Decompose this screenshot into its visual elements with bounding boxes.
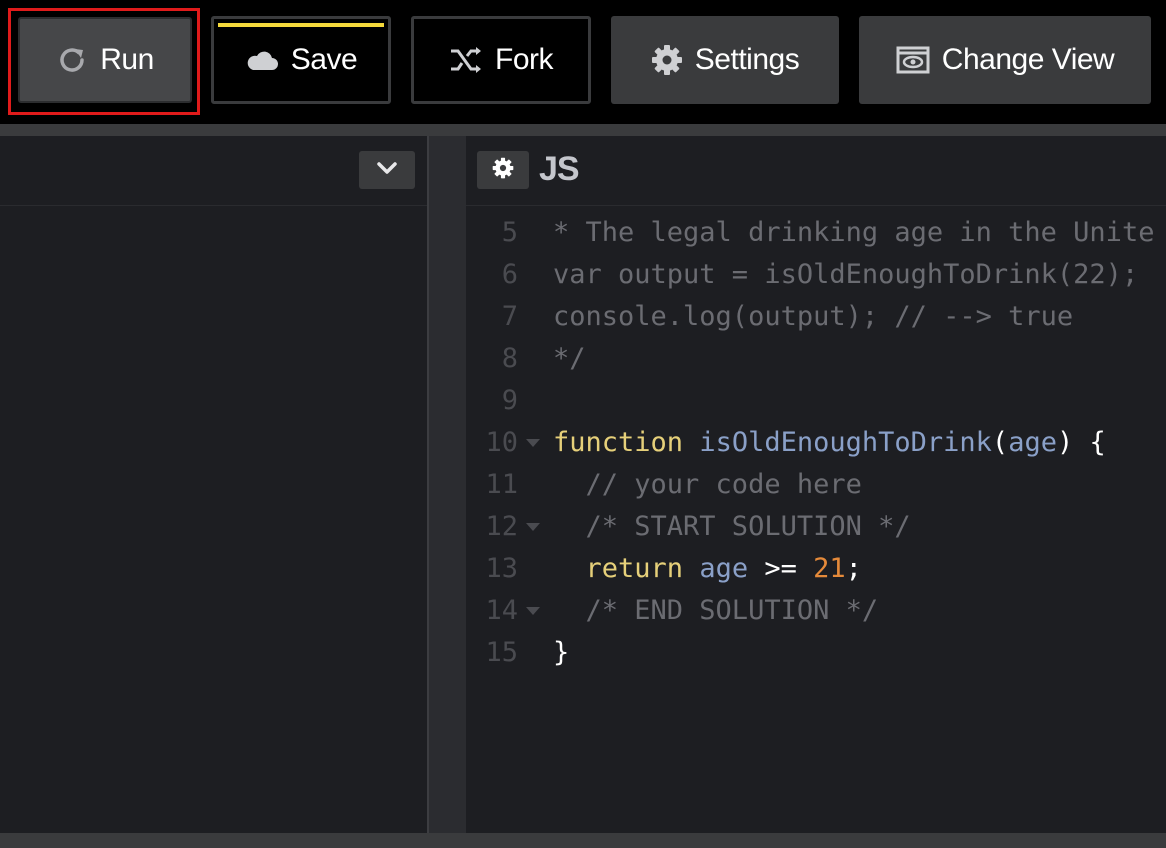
code-text: /* START SOLUTION */ <box>553 506 911 548</box>
code-token: function <box>553 427 684 458</box>
code-line[interactable]: 11 // your code here <box>466 464 1166 506</box>
gear-icon <box>492 157 514 184</box>
left-pane-header <box>0 136 427 206</box>
line-number: 8 <box>501 343 518 374</box>
code-line[interactable]: 15} <box>466 632 1166 674</box>
run-label: Run <box>100 43 154 76</box>
save-button[interactable]: Save <box>211 16 391 104</box>
change-view-label: Change View <box>941 43 1115 76</box>
settings-label: Settings <box>694 43 800 76</box>
code-text: */ <box>553 338 586 380</box>
left-pane <box>0 136 427 833</box>
code-text: var output = isOldEnoughToDrink(22); <box>553 254 1138 296</box>
line-number: 13 <box>485 553 518 584</box>
gear-icon <box>651 44 683 76</box>
code-text: function isOldEnoughToDrink(age) { <box>553 422 1106 464</box>
code-token: ( <box>991 427 1009 458</box>
code-text: console.log(output); // --> true <box>553 296 1073 338</box>
code-token: /* END SOLUTION */ <box>553 595 879 626</box>
code-text: return age >= 21; <box>553 548 862 590</box>
code-token: /* START SOLUTION */ <box>553 511 911 542</box>
code-token: 21 <box>813 553 846 584</box>
cloud-icon <box>245 48 279 72</box>
toolbar-divider <box>0 124 1166 136</box>
code-token: var output = isOldEnoughToDrink(22); <box>553 259 1139 290</box>
line-number: 9 <box>501 385 518 416</box>
fork-button[interactable]: Fork <box>411 16 591 104</box>
pane-resize-handle[interactable] <box>427 136 466 833</box>
code-token: age <box>699 553 749 584</box>
code-token: return <box>585 553 684 584</box>
js-editor-pane: JS 5 * The legal drinking age in the Unit… <box>466 136 1166 833</box>
code-line[interactable]: 10 function isOldEnoughToDrink(age) { <box>466 422 1166 464</box>
fork-label: Fork <box>495 43 554 76</box>
bottom-bar <box>0 833 1166 848</box>
code-token: ) { <box>1056 427 1106 458</box>
line-number: 11 <box>485 469 518 500</box>
code-token: // your code here <box>553 469 862 500</box>
code-line[interactable]: 8 */ <box>466 338 1166 380</box>
fold-toggle-icon[interactable] <box>526 607 540 615</box>
code-token: >= <box>748 553 814 584</box>
eye-window-icon <box>896 46 930 74</box>
code-text: /* END SOLUTION */ <box>553 590 879 632</box>
settings-button[interactable]: Settings <box>611 16 839 104</box>
code-token: console.log(output); // --> true <box>553 301 1074 332</box>
code-token: * The legal drinking age in the Unite <box>553 217 1155 248</box>
fork-icon <box>449 45 483 75</box>
refresh-icon <box>56 44 88 76</box>
code-token: } <box>553 637 570 668</box>
code-line[interactable]: 12 /* START SOLUTION */ <box>466 506 1166 548</box>
collapse-pane-button[interactable] <box>359 151 415 189</box>
save-label: Save <box>290 43 358 76</box>
editor-header: JS <box>466 136 1166 206</box>
line-number: 10 <box>485 427 518 458</box>
line-number: 14 <box>485 595 518 626</box>
editor-language-label: JS <box>539 150 580 188</box>
code-text: } <box>553 632 569 674</box>
toolbar: Run Save Fork Settings Change View <box>0 0 1166 124</box>
code-line[interactable]: 6 var output = isOldEnoughToDrink(22); <box>466 254 1166 296</box>
save-accent-bar <box>218 23 384 27</box>
code-text: * The legal drinking age in the Unite <box>553 212 1154 254</box>
code-line[interactable]: 9 <box>466 380 1166 422</box>
line-number: 15 <box>485 637 518 668</box>
change-view-button[interactable]: Change View <box>859 16 1151 104</box>
code-line[interactable]: 5 * The legal drinking age in the Unite <box>466 212 1166 254</box>
code-token: age <box>1008 427 1057 458</box>
line-number: 12 <box>485 511 518 542</box>
code-line[interactable]: 13 return age >= 21; <box>466 548 1166 590</box>
code-line[interactable]: 14 /* END SOLUTION */ <box>466 590 1166 632</box>
chevron-down-icon <box>376 161 398 180</box>
code-token: isOldEnoughToDrink <box>699 427 992 458</box>
line-number: 5 <box>501 217 518 248</box>
code-line[interactable]: 7 console.log(output); // --> true <box>466 296 1166 338</box>
editor-settings-button[interactable] <box>477 151 529 189</box>
code-text: // your code here <box>553 464 862 506</box>
run-button[interactable]: Run <box>18 17 192 103</box>
fold-toggle-icon[interactable] <box>526 439 540 447</box>
fold-toggle-icon[interactable] <box>526 523 540 531</box>
line-number: 6 <box>501 259 518 290</box>
code-token: ; <box>845 553 862 584</box>
line-number: 7 <box>501 301 518 332</box>
code-token: */ <box>553 343 586 374</box>
